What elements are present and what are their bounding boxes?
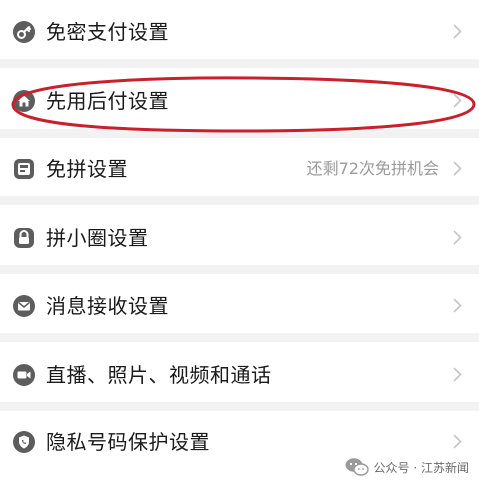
divider (0, 265, 479, 274)
watermark: 公众号 · 江苏新闻 (344, 453, 469, 481)
free-group-count-value: 还剩72次免拼机会 (306, 159, 439, 178)
setting-row-pay-later[interactable]: 先用后付设置 (0, 77, 479, 125)
setting-row-label: 免密支付设置 (46, 20, 169, 44)
ticket-icon (12, 157, 36, 181)
setting-row-label: 消息接收设置 (46, 294, 169, 318)
setting-row-label: 先用后付设置 (46, 89, 169, 113)
chevron-right-icon (453, 298, 462, 313)
lock-icon (12, 226, 36, 250)
chevron-right-icon (453, 367, 462, 382)
setting-row-password-free-payment[interactable]: 免密支付设置 (0, 8, 479, 56)
setting-row-label: 隐私号码保护设置 (46, 430, 210, 454)
divider (0, 402, 479, 411)
setting-row-label: 免拼设置 (46, 157, 128, 181)
setting-row-message-receive[interactable]: 消息接收设置 (0, 282, 479, 330)
setting-row-group-free[interactable]: 免拼设置 还剩72次免拼机会 (0, 145, 479, 193)
key-icon (12, 20, 36, 44)
video-camera-icon (12, 363, 36, 387)
mail-icon (12, 294, 36, 318)
setting-row-label: 拼小圈设置 (46, 226, 149, 250)
divider (0, 196, 479, 205)
phone-shield-icon (12, 430, 36, 454)
chevron-right-icon (453, 93, 462, 108)
watermark-text: 公众号 · 江苏新闻 (373, 460, 469, 475)
chevron-right-icon (453, 434, 462, 449)
divider (0, 59, 479, 68)
chevron-right-icon (453, 161, 462, 176)
chevron-right-icon (453, 230, 462, 245)
divider (0, 129, 479, 138)
settings-list: 免密支付设置 先用后付设置 免拼设置 还剩72次免拼机会 拼小圈设置 消息接收设… (0, 0, 479, 489)
setting-row-group-circle[interactable]: 拼小圈设置 (0, 214, 479, 262)
setting-row-label: 直播、照片、视频和通话 (46, 363, 272, 387)
divider (0, 333, 479, 342)
wechat-logo-icon (345, 458, 369, 476)
chevron-right-icon (453, 24, 462, 39)
setting-row-live-photo-video-call[interactable]: 直播、照片、视频和通话 (0, 351, 479, 399)
house-icon (12, 89, 36, 113)
